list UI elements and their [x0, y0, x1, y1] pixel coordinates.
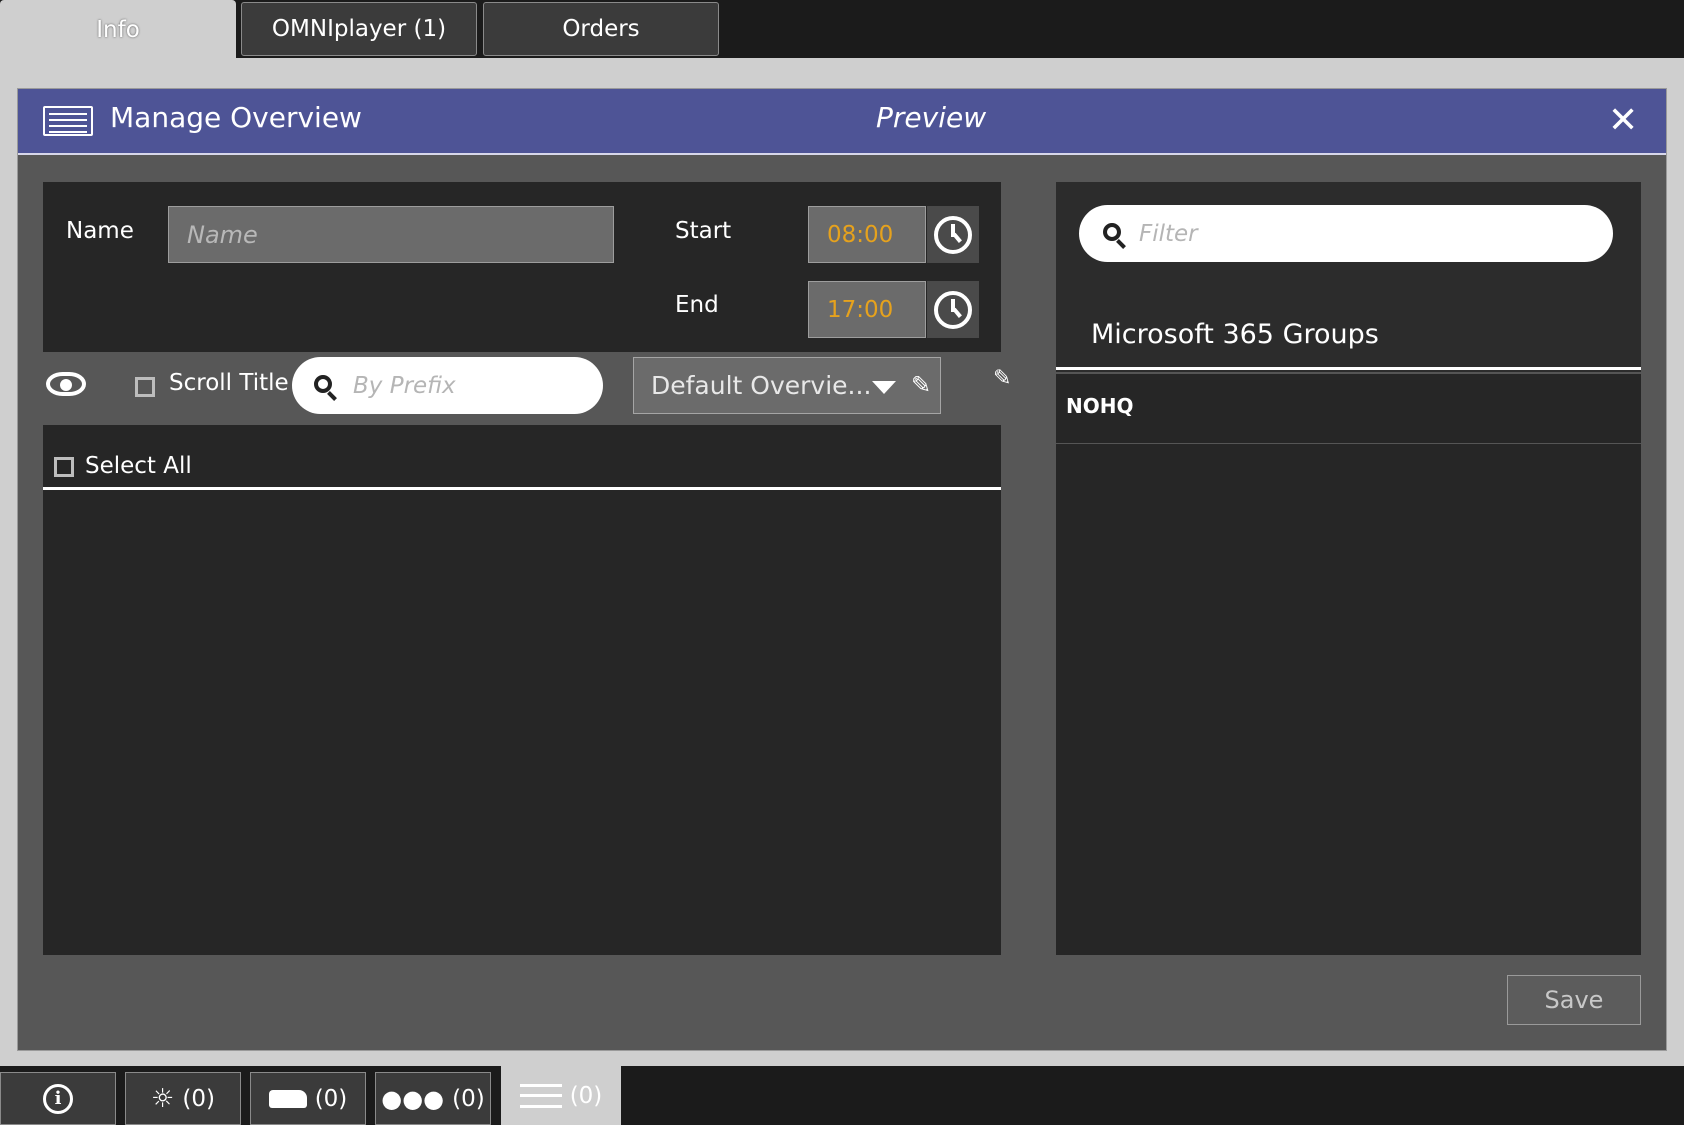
start-clock-button[interactable] [927, 206, 979, 263]
select-all-checkbox[interactable] [54, 457, 74, 477]
section-divider [1056, 367, 1641, 370]
overview-form: Name Name Start 08:00 End 17:00 [43, 182, 1001, 352]
list-icon [519, 1083, 562, 1108]
bottom-tab-info[interactable]: i [0, 1072, 116, 1125]
groups-count: (0) [452, 1085, 485, 1112]
select-all-label: Select All [85, 453, 192, 479]
preview-link[interactable]: Preview [876, 101, 986, 134]
bottom-tab-bar: i ☼ (0) (0) ●●● (0) (0) [0, 1066, 1684, 1125]
group-name: NOHQ [1066, 394, 1134, 418]
eye-icon[interactable] [46, 372, 86, 396]
tab-info[interactable]: Info [0, 0, 236, 60]
start-time-input[interactable]: 08:00 [808, 206, 926, 263]
tab-underline [0, 58, 1684, 66]
list-icon [43, 106, 93, 136]
end-clock-button[interactable] [927, 281, 979, 338]
chevron-down-icon [872, 381, 896, 394]
bottom-tab-overview[interactable]: (0) [501, 1066, 621, 1125]
name-label: Name [66, 218, 134, 244]
info-icon: i [43, 1083, 73, 1114]
bottom-tab-alarms[interactable]: ☼ (0) [125, 1072, 241, 1125]
tab-orders[interactable]: Orders [483, 2, 719, 56]
prefix-placeholder: By Prefix [353, 372, 456, 399]
groups-section-title: Microsoft 365 Groups [1091, 319, 1379, 350]
select-all-row: Select All [43, 425, 1001, 490]
prefix-search-input[interactable]: By Prefix [292, 357, 603, 414]
groups-panel: Filter Microsoft 365 Groups NOHQ [1056, 182, 1641, 955]
clock-icon [934, 290, 972, 329]
overview-list: Select All [43, 425, 1001, 955]
filter-input[interactable]: Filter [1079, 205, 1613, 262]
list-item[interactable]: NOHQ [1056, 374, 1641, 444]
search-icon [1103, 223, 1121, 241]
end-time-input[interactable]: 17:00 [808, 281, 926, 338]
bottom-tab-groups[interactable]: ●●● (0) [375, 1072, 491, 1125]
groups-panel-header: Filter Microsoft 365 Groups [1056, 182, 1641, 374]
dialog-title: Manage Overview [110, 101, 362, 134]
overview-select[interactable]: Default Overvie... ✎ [633, 357, 941, 414]
overview-count: (0) [569, 1082, 603, 1109]
users-icon: ●●● [381, 1084, 445, 1113]
save-button[interactable]: Save [1507, 975, 1641, 1025]
clock-icon [934, 215, 972, 254]
filter-placeholder: Filter [1139, 220, 1198, 247]
end-label: End [675, 292, 719, 318]
dialog-header: Manage Overview Preview ✕ [18, 89, 1666, 155]
start-label: Start [675, 218, 732, 244]
bottom-tab-vehicles[interactable]: (0) [250, 1072, 366, 1125]
search-icon [314, 375, 332, 393]
list-toolbar: Scroll Title By Prefix Default Overvie..… [43, 352, 1011, 425]
manage-overview-dialog: Manage Overview Preview ✕ Name Name Star… [17, 88, 1667, 1051]
alarms-count: (0) [182, 1085, 215, 1112]
alarm-icon: ☼ [151, 1083, 175, 1114]
van-icon [268, 1089, 307, 1108]
overview-select-value: Default Overvie... [651, 371, 872, 400]
pencil-icon[interactable]: ✎ [911, 371, 931, 399]
top-tab-bar: Info OMNIplayer (1) Orders [0, 0, 1684, 66]
tab-omniplayer[interactable]: OMNIplayer (1) [241, 2, 477, 56]
scroll-title-checkbox[interactable] [135, 377, 155, 397]
name-input[interactable]: Name [168, 206, 614, 263]
vehicles-count: (0) [314, 1085, 348, 1112]
scroll-title-label: Scroll Title [169, 370, 289, 396]
edit-pencil-icon[interactable]: ✎ [993, 366, 1011, 391]
close-icon[interactable]: ✕ [1608, 103, 1638, 139]
